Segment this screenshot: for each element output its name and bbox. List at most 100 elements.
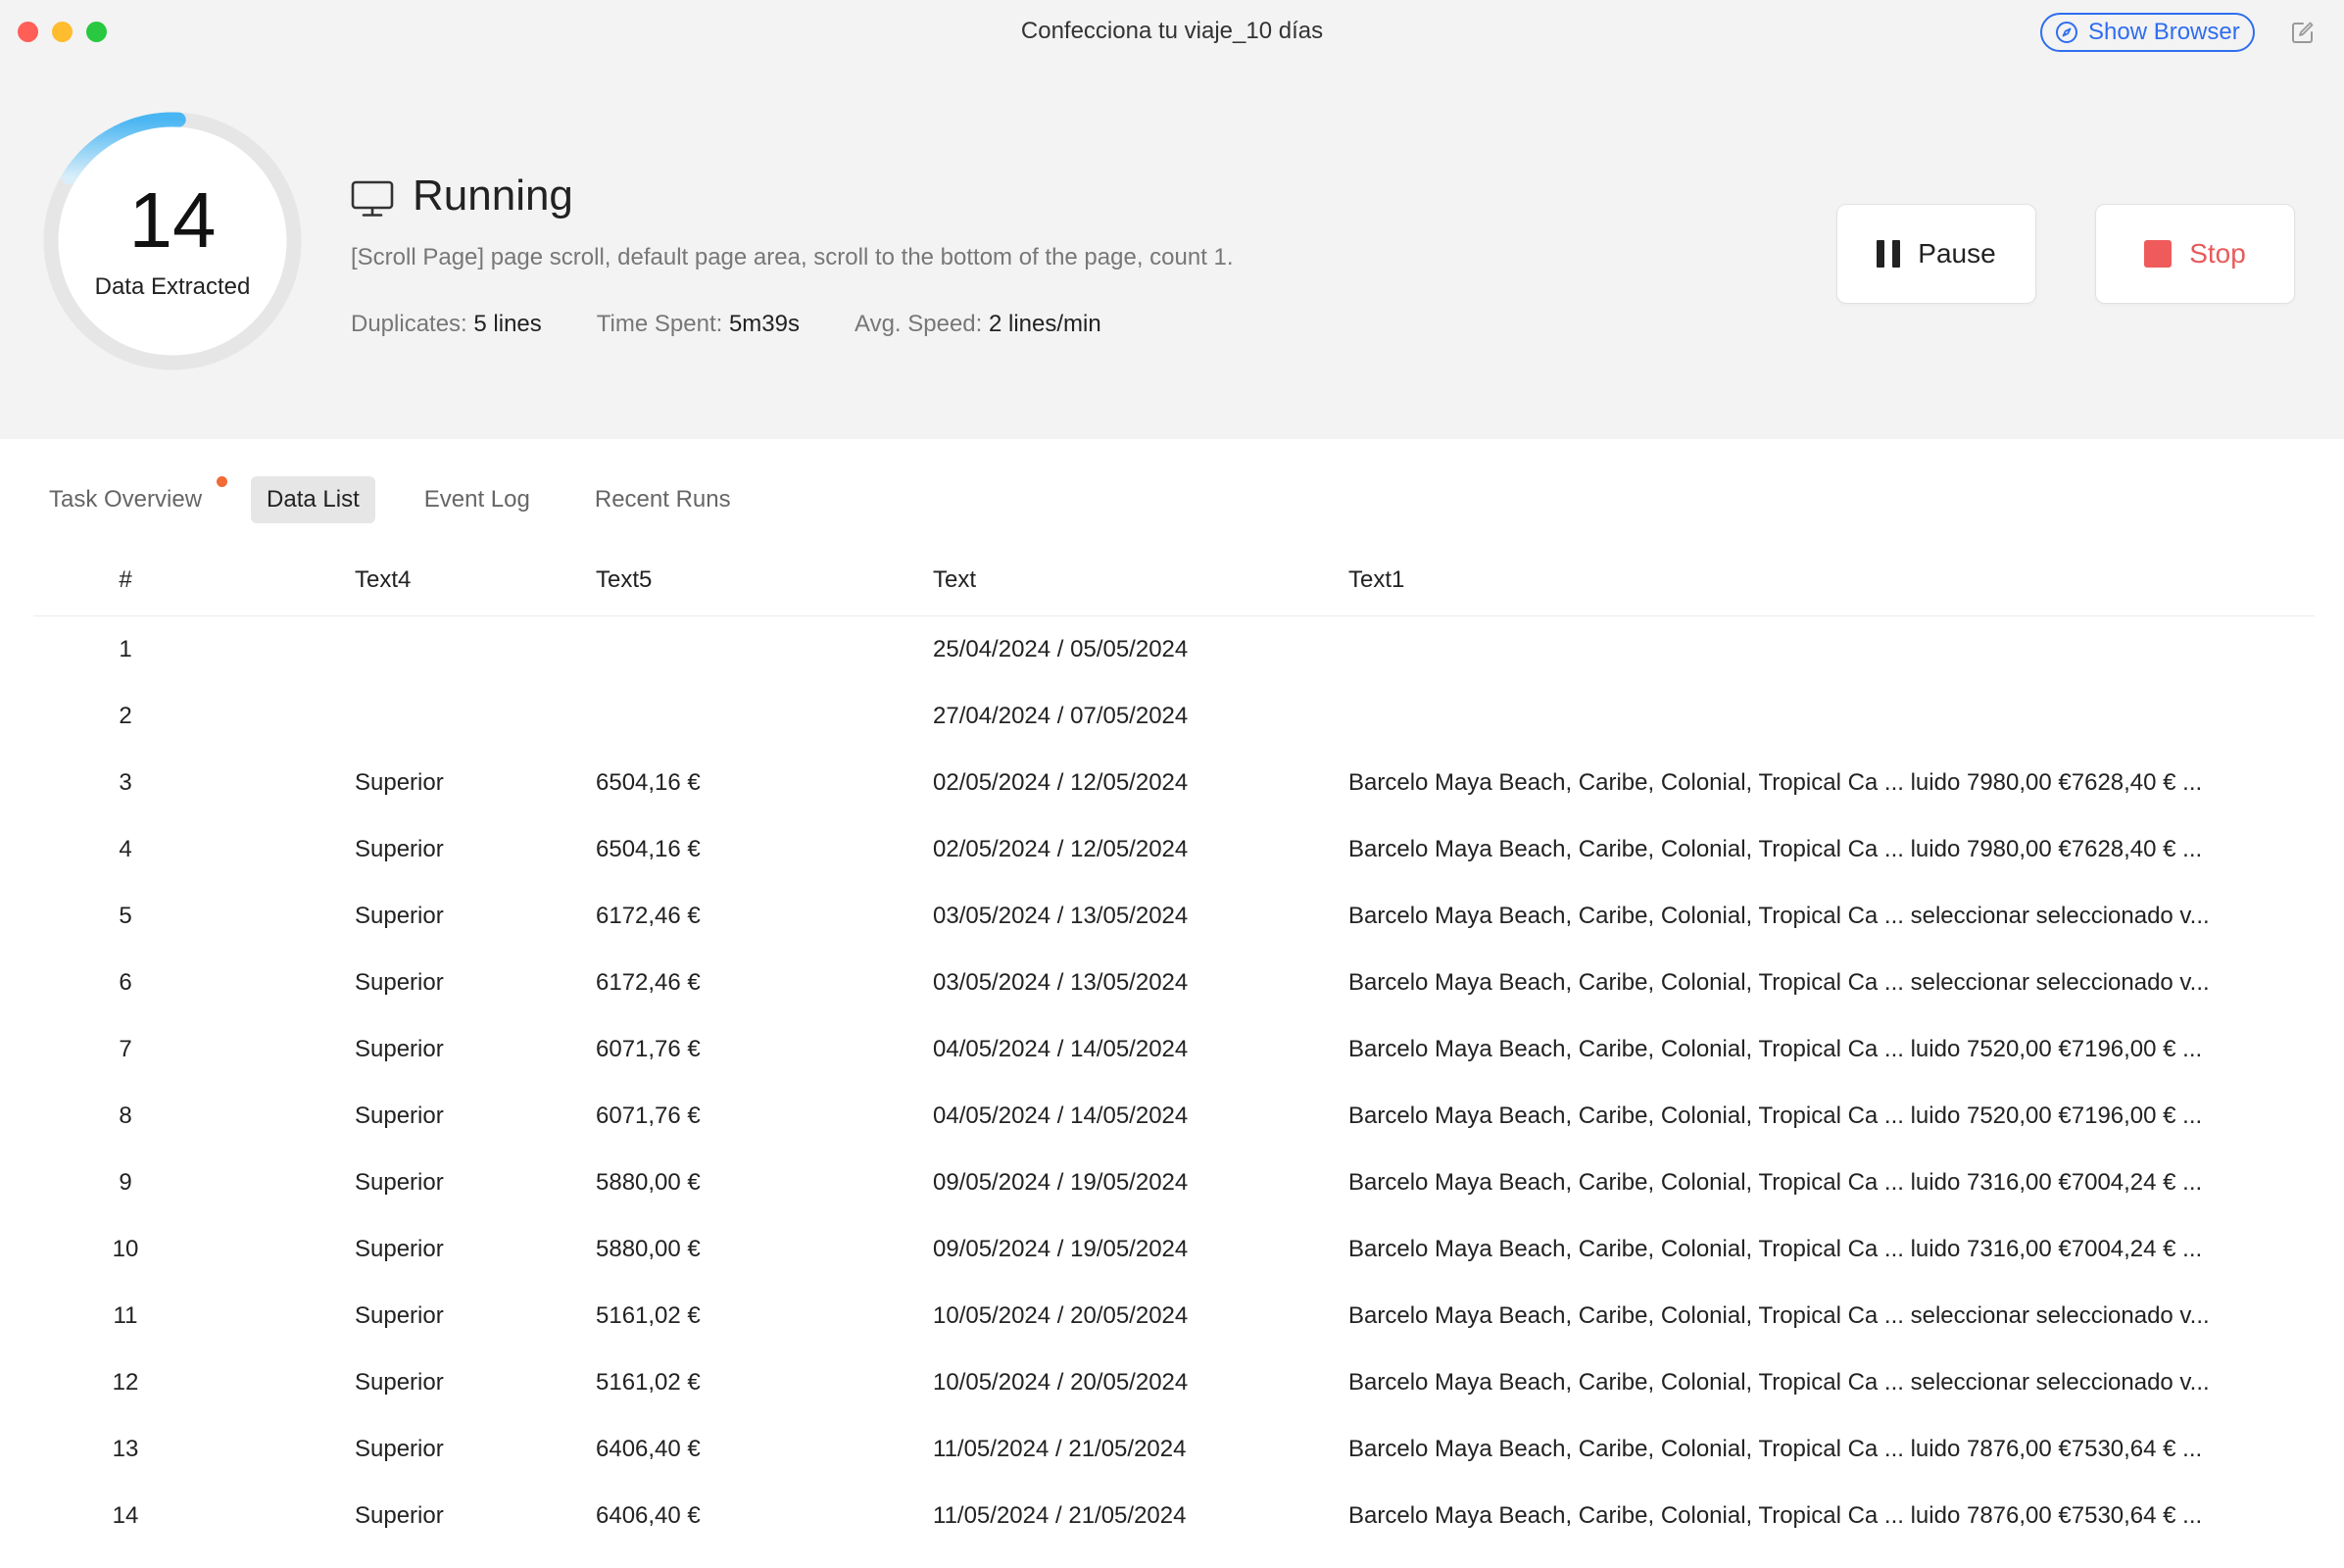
cell-text1: Barcelo Maya Beach, Caribe, Colonial, Tr…	[1348, 1169, 2203, 1196]
cell-text: 03/05/2024 / 13/05/2024	[933, 969, 1189, 996]
stat-value: 5m39s	[728, 311, 800, 337]
row-index: 6	[119, 969, 132, 996]
cell-text5: 5161,02 €	[596, 1369, 701, 1396]
stat-time-spent: Time Spent: 5m39s	[597, 311, 800, 338]
cell-text1: Barcelo Maya Beach, Caribe, Colonial, Tr…	[1348, 1302, 2210, 1329]
tab-label: Event Log	[423, 486, 530, 513]
notification-dot	[217, 476, 228, 487]
cell-text4: Superior	[355, 1502, 444, 1529]
stop-button[interactable]: Stop	[2095, 204, 2295, 304]
row-index: 11	[113, 1302, 138, 1329]
cell-text: 10/05/2024 / 20/05/2024	[933, 1302, 1189, 1329]
table-row[interactable]: 5 Superior 6172,46 € 03/05/2024 / 13/05/202…	[33, 883, 2315, 950]
column-header[interactable]: Text1	[1348, 566, 2315, 594]
cell-text5: 6406,40 €	[596, 1502, 701, 1529]
table-row[interactable]: 3 Superior 6504,16 € 02/05/2024 / 12/05/202…	[33, 750, 2315, 816]
cell-text1: Barcelo Maya Beach, Caribe, Colonial, Tr…	[1348, 903, 2210, 929]
row-index: 5	[119, 903, 132, 929]
row-index: 2	[119, 703, 132, 729]
table-row[interactable]: 2 27/04/2024 / 07/05/2024	[33, 683, 2315, 750]
table-row[interactable]: 11 Superior 5161,02 € 10/05/2024 / 20/05/20…	[33, 1283, 2315, 1349]
cell-text4: Superior	[355, 1369, 444, 1396]
table-row[interactable]: 12 Superior 5161,02 € 10/05/2024 / 20/05/20…	[33, 1349, 2315, 1416]
cell-text1: Barcelo Maya Beach, Caribe, Colonial, Tr…	[1348, 1236, 2203, 1262]
tab-recent-runs[interactable]: Recent Runs	[579, 476, 747, 523]
stat-label: Duplicates:	[351, 311, 467, 337]
table-row[interactable]: 14 Superior 6406,40 € 11/05/2024 / 21/05/20…	[33, 1483, 2315, 1549]
cell-text: 10/05/2024 / 20/05/2024	[933, 1369, 1189, 1396]
cell-text1: Barcelo Maya Beach, Caribe, Colonial, Tr…	[1348, 1036, 2203, 1062]
cell-text1: Barcelo Maya Beach, Caribe, Colonial, Tr…	[1348, 1502, 2203, 1529]
table-row[interactable]: 6 Superior 6172,46 € 03/05/2024 / 13/05/202…	[33, 950, 2315, 1016]
row-index: 12	[112, 1369, 139, 1396]
table-row[interactable]: 8 Superior 6071,76 € 04/05/2024 / 14/05/202…	[33, 1083, 2315, 1150]
cell-text4: Superior	[355, 1036, 444, 1062]
table-row[interactable]: 10 Superior 5880,00 € 09/05/2024 / 19/05/20…	[33, 1216, 2315, 1283]
cell-text: 02/05/2024 / 12/05/2024	[933, 769, 1189, 796]
cell-text: 27/04/2024 / 07/05/2024	[933, 703, 1189, 729]
tab-event-log[interactable]: Event Log	[409, 476, 546, 523]
window-title: Confecciona tu viaje_10 días	[1020, 18, 1324, 44]
extracted-count: 14	[128, 176, 217, 264]
row-index: 9	[119, 1169, 132, 1196]
table-header: # Text4 Text5 Text Text1	[33, 545, 2315, 616]
pause-label: Pause	[1918, 238, 1996, 269]
edit-icon[interactable]	[2290, 20, 2316, 45]
cell-text5: 6071,76 €	[596, 1102, 701, 1129]
monitor-icon	[351, 180, 394, 217]
table-row[interactable]: 9 Superior 5880,00 € 09/05/2024 / 19/05/202…	[33, 1150, 2315, 1216]
table-row[interactable]: 4 Superior 6504,16 € 02/05/2024 / 12/05/202…	[33, 816, 2315, 883]
cell-text4: Superior	[355, 769, 444, 796]
cell-text5: 6504,16 €	[596, 769, 701, 796]
table-body: 1 25/04/2024 / 05/05/2024 2 27/04/2024 / 07…	[33, 616, 2315, 1549]
tab-bar: Task Overview Data List Event Log Recent…	[33, 476, 780, 523]
stat-value: 2 lines/min	[989, 311, 1101, 337]
cell-text: 02/05/2024 / 12/05/2024	[933, 836, 1189, 862]
show-browser-button[interactable]: Show Browser	[2040, 13, 2255, 52]
tab-label: Recent Runs	[594, 486, 731, 513]
cell-text4: Superior	[355, 969, 444, 996]
cell-text: 04/05/2024 / 14/05/2024	[933, 1102, 1189, 1129]
tab-data-list[interactable]: Data List	[251, 476, 375, 523]
column-header[interactable]: Text5	[596, 566, 933, 594]
show-browser-label: Show Browser	[2088, 19, 2240, 45]
compass-icon	[2056, 22, 2077, 43]
cell-text5: 6172,46 €	[596, 903, 701, 929]
pause-icon	[1877, 240, 1901, 268]
stat-value: 5 lines	[473, 311, 542, 337]
status-title: Running	[413, 172, 573, 220]
cell-text: 09/05/2024 / 19/05/2024	[933, 1236, 1189, 1262]
cell-text1: Barcelo Maya Beach, Caribe, Colonial, Tr…	[1348, 1369, 2210, 1396]
table-row[interactable]: 13 Superior 6406,40 € 11/05/2024 / 21/05/20…	[33, 1416, 2315, 1483]
cell-text1: Barcelo Maya Beach, Caribe, Colonial, Tr…	[1348, 769, 2203, 796]
cell-text4: Superior	[355, 1436, 444, 1462]
cell-text5: 6406,40 €	[596, 1436, 701, 1462]
cell-text4: Superior	[355, 1302, 444, 1329]
pause-button[interactable]: Pause	[1836, 204, 2036, 304]
cell-text4: Superior	[355, 903, 444, 929]
cell-text4: Superior	[355, 1102, 444, 1129]
column-header[interactable]: Text	[933, 566, 1348, 594]
stat-label: Time Spent:	[596, 311, 723, 337]
table-row[interactable]: 1 25/04/2024 / 05/05/2024	[33, 616, 2315, 683]
column-header[interactable]: #	[33, 566, 355, 594]
cell-text: 11/05/2024 / 21/05/2024	[933, 1502, 1187, 1529]
cell-text: 11/05/2024 / 21/05/2024	[933, 1436, 1187, 1462]
row-index: 8	[119, 1102, 132, 1129]
cell-text1: Barcelo Maya Beach, Caribe, Colonial, Tr…	[1348, 1436, 2203, 1462]
tab-task-overview[interactable]: Task Overview	[33, 476, 228, 523]
column-header[interactable]: Text4	[355, 566, 596, 594]
stop-label: Stop	[2189, 238, 2246, 269]
row-index: 3	[119, 769, 132, 796]
extracted-count-label: Data Extracted	[94, 273, 251, 300]
cell-text4: Superior	[355, 836, 444, 862]
cell-text5: 6071,76 €	[596, 1036, 701, 1062]
row-index: 4	[119, 836, 132, 862]
status-description: [Scroll Page] page scroll, default page …	[351, 244, 1234, 270]
cell-text1: Barcelo Maya Beach, Caribe, Colonial, Tr…	[1348, 969, 2210, 996]
cell-text: 25/04/2024 / 05/05/2024	[933, 636, 1189, 662]
table-row[interactable]: 7 Superior 6071,76 € 04/05/2024 / 14/05/202…	[33, 1016, 2315, 1083]
stat-label: Avg. Speed:	[855, 311, 983, 337]
data-table: # Text4 Text5 Text Text1 1 25/04/2024 / 0…	[33, 545, 2315, 1549]
cell-text: 04/05/2024 / 14/05/2024	[933, 1036, 1189, 1062]
